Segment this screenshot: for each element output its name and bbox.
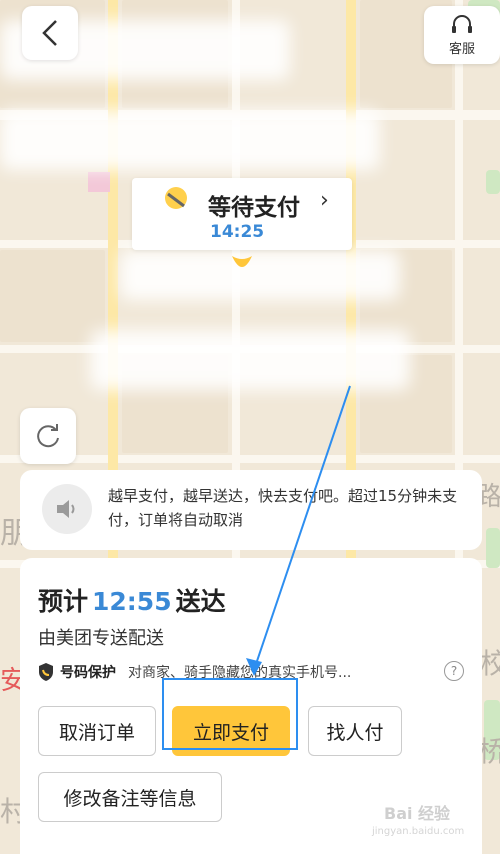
rider-icon xyxy=(165,187,187,209)
order-status-card[interactable]: 等待支付 › 14:25 xyxy=(132,178,352,250)
speaker-icon xyxy=(42,484,92,534)
map-poi xyxy=(88,172,110,192)
delivery-provider: 由美团专送配送 xyxy=(38,628,164,649)
map-blur xyxy=(90,330,410,390)
map-label: 校 xyxy=(480,647,500,680)
refresh-button[interactable] xyxy=(20,408,76,464)
annotation-highlight-box xyxy=(162,678,298,750)
help-icon[interactable]: ? xyxy=(444,661,464,681)
watermark-logo: Bai 经验 xyxy=(384,804,451,823)
map-block xyxy=(0,250,105,342)
location-pin-icon xyxy=(232,256,252,267)
notice-message: 越早支付，越早送达，快去支付吧。超过15分钟未支付，订单将自动取消 xyxy=(108,487,458,529)
order-status-time: 14:25 xyxy=(210,222,265,242)
map-park xyxy=(486,170,500,194)
back-button[interactable] xyxy=(22,6,78,60)
eta-prefix: 预计 xyxy=(38,587,89,616)
chevron-left-icon xyxy=(42,20,57,46)
map-blur xyxy=(0,110,380,170)
chevron-right-icon: › xyxy=(320,188,329,213)
eta-suffix: 送达 xyxy=(175,587,226,616)
number-protection-label: 号码保护 xyxy=(60,665,116,681)
edit-notes-button[interactable]: 修改备注等信息 xyxy=(38,772,222,822)
eta-time: 12:55 xyxy=(92,587,172,616)
phone-shield-icon xyxy=(39,663,53,681)
cancel-order-button[interactable]: 取消订单 xyxy=(38,706,156,756)
customer-service-label: 客服 xyxy=(448,41,475,57)
watermark-url: jingyan.baidu.com xyxy=(372,826,465,837)
payment-notice: 越早支付，越早送达，快去支付吧。超过15分钟未支付，订单将自动取消 xyxy=(20,470,482,550)
order-status-title: 等待支付 xyxy=(208,195,300,221)
customer-service-button[interactable]: 客服 xyxy=(424,6,500,64)
headset-icon xyxy=(452,14,472,33)
eta-text: 预计 12:55 送达 xyxy=(38,582,226,618)
refresh-icon xyxy=(37,424,59,448)
map-park xyxy=(486,528,500,568)
map-blur xyxy=(120,250,400,300)
find-payer-button[interactable]: 找人付 xyxy=(308,706,402,756)
